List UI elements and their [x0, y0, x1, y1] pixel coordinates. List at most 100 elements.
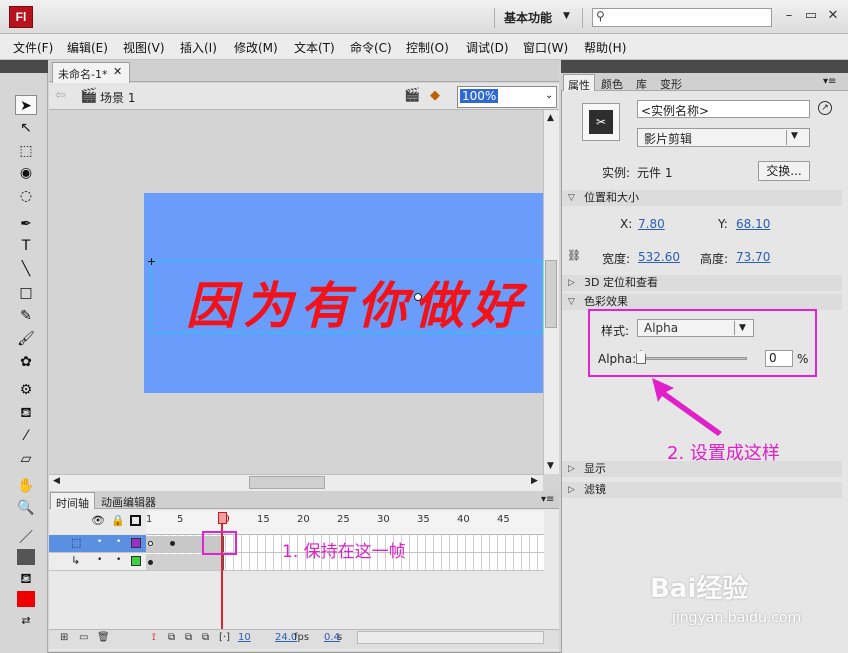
3d-rotation-tool-icon[interactable]: ◉ — [15, 163, 37, 183]
layer-row[interactable]: ↳ • • — [49, 553, 146, 571]
search-input[interactable] — [592, 8, 772, 27]
line-tool-icon[interactable]: ╲ — [15, 259, 37, 279]
y-value[interactable]: 68.10 — [736, 217, 770, 231]
tab-motion-editor[interactable]: 动画编辑器 — [96, 492, 161, 509]
chevron-right-icon[interactable]: ▷ — [568, 278, 575, 288]
back-arrow-icon[interactable]: ⇦ — [55, 88, 66, 103]
close-icon[interactable]: ✕ — [824, 8, 842, 24]
eye-icon[interactable]: 👁 — [91, 514, 105, 527]
zoom-tool-icon[interactable]: 🔍 — [15, 498, 37, 518]
height-value[interactable]: 73.70 — [736, 250, 770, 264]
visibility-dot[interactable]: • — [97, 537, 102, 547]
chevron-down-icon[interactable]: ▽ — [568, 297, 575, 307]
keyframe-empty[interactable] — [148, 541, 153, 546]
new-folder-icon[interactable]: ▭ — [79, 632, 88, 643]
close-icon[interactable]: ✕ — [113, 65, 122, 78]
onion-skin-icon[interactable]: ⧉ — [168, 632, 175, 643]
tab-timeline[interactable]: 时间轴 — [50, 492, 95, 510]
scene-breadcrumb[interactable]: 场景 1 — [100, 89, 135, 106]
horizontal-scroll-thumb[interactable] — [249, 476, 325, 489]
instance-type-select[interactable]: 影片剪辑 — [637, 128, 810, 147]
modify-markers-icon[interactable]: [·] — [219, 632, 230, 643]
alpha-slider-track[interactable] — [640, 357, 747, 360]
swap-button[interactable]: 交换... — [758, 161, 810, 181]
chevron-down-icon[interactable]: ▽ — [568, 193, 575, 203]
style-select[interactable]: Alpha — [637, 319, 754, 337]
outline-icon[interactable] — [130, 515, 141, 526]
brush-tool-icon[interactable]: 🖌 — [15, 329, 37, 349]
tab-library[interactable]: 库 — [632, 74, 651, 91]
swap-colors-icon[interactable]: ⇄ — [15, 611, 37, 631]
menu-insert[interactable]: 插入(I) — [180, 39, 217, 56]
arrow-circle-icon[interactable]: ↗ — [818, 101, 832, 115]
vertical-scroll-thumb[interactable] — [545, 260, 557, 328]
delete-layer-icon[interactable]: 🗑 — [97, 632, 110, 643]
chevron-right-icon[interactable]: ▷ — [568, 485, 575, 495]
keyframe[interactable] — [170, 541, 175, 546]
timeline-hscrollbar[interactable] — [357, 631, 544, 644]
chevron-down-icon[interactable]: ▼ — [791, 131, 798, 141]
workspace-switcher[interactable]: 基本功能 — [504, 9, 552, 26]
x-value[interactable]: 7.80 — [638, 217, 665, 231]
chevron-right-icon[interactable]: ▷ — [568, 464, 575, 474]
menu-commands[interactable]: 命令(C) — [350, 39, 392, 56]
tab-color[interactable]: 颜色 — [597, 74, 627, 91]
text-tool-icon[interactable]: T — [15, 236, 37, 256]
free-transform-tool-icon[interactable]: ⬚ — [15, 141, 37, 161]
menu-help[interactable]: 帮助(H) — [584, 39, 626, 56]
new-layer-icon[interactable]: ⊞ — [60, 632, 68, 643]
menu-debug[interactable]: 调试(D) — [466, 39, 509, 56]
eraser-tool-icon[interactable]: ▱ — [15, 449, 37, 469]
panel-menu-icon[interactable]: ▾≡ — [541, 494, 554, 505]
menu-text[interactable]: 文本(T) — [294, 39, 335, 56]
paint-bucket-tool-icon[interactable]: ⛾ — [15, 403, 37, 423]
lasso-tool-icon[interactable]: ◌ — [15, 186, 37, 206]
stage-text[interactable]: 因为有你做好 — [186, 266, 528, 338]
current-frame-readout[interactable]: 10 — [238, 632, 251, 643]
section-position-size[interactable]: 位置和大小 — [562, 190, 842, 206]
keyframe[interactable] — [148, 560, 153, 565]
panel-menu-icon[interactable]: ▾≡ — [823, 76, 836, 87]
playhead[interactable] — [221, 512, 223, 630]
tab-properties[interactable]: 属性 — [563, 74, 595, 92]
pencil-tool-icon[interactable]: ✎ — [15, 306, 37, 326]
lock-icon[interactable]: 🔒 — [111, 514, 125, 527]
scroll-up-icon[interactable]: ▲ — [547, 113, 554, 123]
width-value[interactable]: 532.60 — [638, 250, 680, 264]
deco-tool-icon[interactable]: ✿ — [15, 352, 37, 372]
onion-outline-icon[interactable]: ⧉ — [185, 632, 192, 643]
transform-point[interactable] — [414, 293, 422, 301]
chevron-down-icon[interactable]: ⌄ — [545, 90, 553, 101]
link-icon[interactable]: ⛓ — [567, 249, 581, 262]
tab-transform[interactable]: 变形 — [656, 74, 686, 91]
section-filters[interactable]: 滤镜 — [562, 482, 842, 498]
scroll-left-icon[interactable]: ◀ — [53, 476, 60, 486]
layer-row-selected[interactable]: ⬚ • • — [49, 535, 146, 553]
maximize-icon[interactable]: ▭ — [802, 8, 820, 24]
selection-tool-icon[interactable]: ➤ — [15, 95, 37, 115]
zoom-value[interactable]: 100% — [460, 89, 499, 103]
chevron-down-icon[interactable]: ▼ — [739, 323, 746, 333]
menu-view[interactable]: 视图(V) — [123, 39, 165, 56]
bone-tool-icon[interactable]: ⚙ — [15, 380, 37, 400]
edit-symbols-icon[interactable]: ◆ — [430, 88, 440, 103]
lock-dot[interactable]: • — [116, 555, 121, 565]
instance-name-input[interactable]: <实例名称> — [637, 100, 810, 118]
menu-modify[interactable]: 修改(M) — [234, 39, 278, 56]
rectangle-tool-icon[interactable]: □ — [15, 283, 37, 303]
lock-dot[interactable]: • — [116, 537, 121, 547]
center-frame-icon[interactable]: ⟟ — [152, 632, 156, 643]
tools-panel-header[interactable] — [0, 60, 48, 73]
scroll-down-icon[interactable]: ▼ — [547, 461, 554, 471]
visibility-dot[interactable]: • — [97, 555, 102, 565]
section-color-effect[interactable]: 色彩效果 — [562, 294, 842, 310]
edit-multiple-frames-icon[interactable]: ⧉ — [202, 632, 209, 643]
scroll-right-icon[interactable]: ▶ — [531, 476, 538, 486]
section-display[interactable]: 显示 — [562, 461, 842, 477]
subselection-tool-icon[interactable]: ↖ — [15, 118, 37, 138]
alpha-input[interactable]: 0 — [765, 350, 793, 367]
properties-panel-header[interactable] — [561, 60, 848, 73]
menu-window[interactable]: 窗口(W) — [523, 39, 568, 56]
hand-tool-icon[interactable]: ✋ — [15, 476, 37, 496]
tween-span[interactable] — [146, 554, 224, 570]
